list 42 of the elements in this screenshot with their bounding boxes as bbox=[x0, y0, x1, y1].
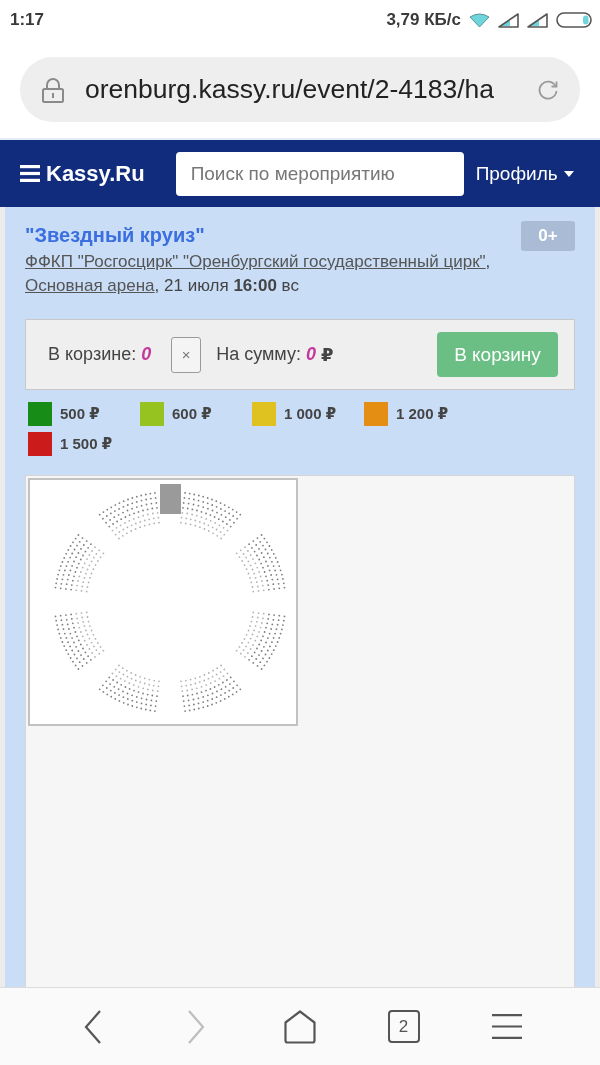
network-speed: 3,79 КБ/с bbox=[386, 10, 461, 30]
tabs-button[interactable]: 2 bbox=[387, 1010, 420, 1043]
menu-icon bbox=[492, 1014, 523, 1039]
seat-section bbox=[180, 492, 242, 540]
event-title[interactable]: "Звездный круиз" bbox=[25, 222, 205, 248]
signal-icon bbox=[527, 12, 548, 28]
venue-link[interactable]: ФФКП "Росгосцирк" "Оренбургский государственный цирк" bbox=[25, 252, 486, 271]
event-details: ФФКП "Росгосцирк" "Оренбургский государственный цирк", Основная арена, 21 июля 16:00 вс bbox=[25, 251, 492, 297]
price-label: 1 200 ₽ bbox=[396, 405, 449, 423]
age-rating-badge: 0+ bbox=[521, 221, 575, 251]
seat-section bbox=[54, 534, 105, 593]
lock-icon bbox=[42, 76, 64, 103]
battery-icon bbox=[556, 12, 592, 28]
seat-section bbox=[98, 664, 160, 712]
hall-link[interactable]: Основная арена bbox=[25, 276, 155, 295]
chevron-right-icon bbox=[187, 1009, 206, 1044]
clear-cart-button[interactable]: × bbox=[171, 336, 202, 373]
signal-icon bbox=[498, 12, 519, 28]
search-field[interactable]: Поиск по мероприятию bbox=[175, 151, 464, 196]
cart-sum: 0 bbox=[305, 344, 316, 365]
price-label: 1 500 ₽ bbox=[60, 435, 113, 453]
chevron-left-icon bbox=[83, 1009, 102, 1044]
menu-icon[interactable] bbox=[20, 165, 40, 182]
seat-section bbox=[235, 611, 286, 670]
seat-section bbox=[98, 492, 160, 540]
seat-section bbox=[180, 664, 242, 712]
profile-menu[interactable]: Профиль bbox=[475, 158, 574, 189]
cart-count: 0 bbox=[141, 344, 152, 365]
site-logo[interactable]: Kassy.Ru bbox=[46, 160, 145, 187]
cart-sum-label: На сумму: bbox=[216, 344, 301, 365]
seat-section bbox=[235, 534, 286, 593]
cart-count-label: В корзине: bbox=[48, 344, 137, 365]
price-label: 1 000 ₽ bbox=[284, 405, 337, 423]
home-icon bbox=[284, 1009, 316, 1044]
wifi-icon bbox=[469, 12, 490, 28]
price-label: 600 ₽ bbox=[172, 405, 212, 423]
seat-section bbox=[54, 611, 105, 670]
currency-sign: ₽ bbox=[320, 343, 334, 366]
caret-icon bbox=[563, 170, 574, 177]
clock-time: 1:17 bbox=[10, 10, 45, 30]
price-label: 500 ₽ bbox=[60, 405, 100, 423]
stage-block bbox=[160, 484, 181, 514]
